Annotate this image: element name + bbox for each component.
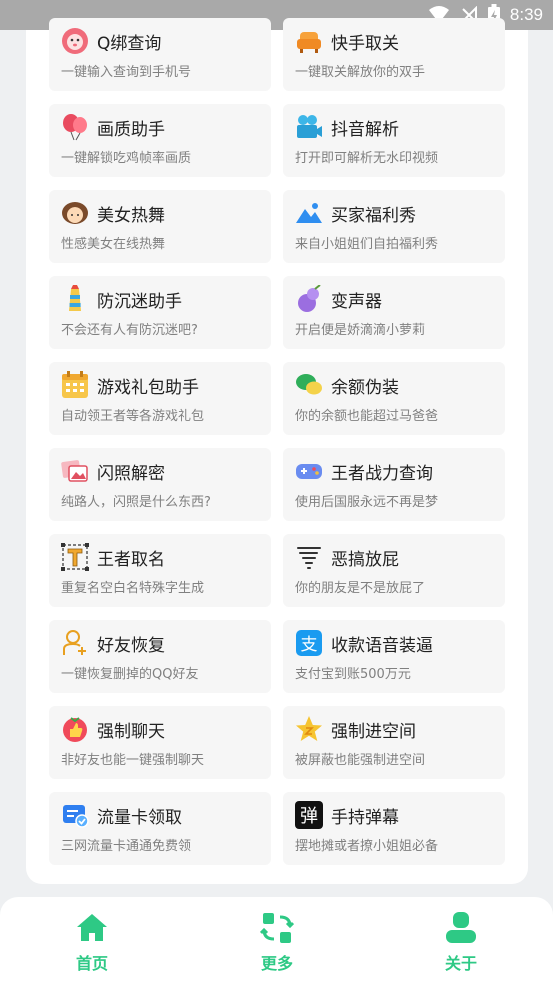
tornado-icon [295,543,323,571]
refresh-grid-icon [260,913,294,943]
card-desc: 摆地摊或者撩小姐姐必备 [295,839,439,854]
card-friend-recovery[interactable]: 好友恢复 一键恢复删掉的QQ好友 [49,620,271,693]
nav-about-label: 关于 [444,954,477,973]
card-anti-addiction[interactable]: 防沉迷助手 不会还有人有防沉迷吧? [49,276,271,349]
photo-icon [295,199,323,227]
card-hok-naming[interactable]: 王者取名 重复名空白名特殊字生成 [49,534,271,607]
card-title: 画质助手 [97,120,165,140]
card-kuaishou-unfollow[interactable]: 快手取关 一键取关解放你的双手 [283,18,505,91]
video-camera-icon [295,113,323,141]
feature-panel: Q绑查询 一键输入查询到手机号 快手取关 一键取关解放你的双手 画质助手 一键解… [26,18,528,884]
card-title: 抖音解析 [331,120,399,140]
card-title: 流量卡领取 [97,808,182,828]
card-title: 买家福利秀 [331,206,416,226]
card-force-chat[interactable]: 强制聊天 非好友也能一键强制聊天 [49,706,271,779]
card-title: 强制进空间 [331,722,416,742]
card-desc: 一键解锁吃鸡帧率画质 [61,151,192,166]
card-desc: 一键输入查询到手机号 [61,65,192,80]
wechat-icon [295,371,323,399]
star-icon [295,715,323,743]
card-hok-power[interactable]: 王者战力查询 使用后国服永远不再是梦 [283,448,505,521]
card-desc: 开启便是娇滴滴小萝莉 [295,323,426,338]
card-prank-fart[interactable]: 恶搞放屁 你的朋友是不是放屁了 [283,534,505,607]
card-desc: 重复名空白名特殊字生成 [61,581,205,596]
card-title: 变声器 [331,292,382,312]
card-douyin-parse[interactable]: 抖音解析 打开即可解析无水印视频 [283,104,505,177]
card-desc: 来自小姐姐们自拍福利秀 [295,237,439,252]
nav-about[interactable]: 关于 [421,911,501,975]
card-balance-fake[interactable]: 余额伪装 你的余额也能超过马爸爸 [283,362,505,435]
nav-more[interactable]: 更多 [237,911,317,975]
card-desc: 一键恢复删掉的QQ好友 [61,667,199,682]
card-title: 美女热舞 [97,206,165,226]
nav-more-label: 更多 [260,954,293,973]
card-desc: 一键取关解放你的双手 [295,65,426,80]
lion-icon [61,27,89,55]
card-desc: 性感美女在线热舞 [61,237,166,252]
svg-text:支: 支 [301,635,318,655]
card-title: 恶搞放屁 [331,550,399,570]
card-title: 收款语音装逼 [331,636,433,656]
calendar-icon [61,371,89,399]
card-desc: 你的朋友是不是放屁了 [295,581,426,596]
card-voice-changer[interactable]: 变声器 开启便是娇滴滴小萝莉 [283,276,505,349]
card-desc: 非好友也能一键强制聊天 [61,753,205,768]
card-beauty-dance[interactable]: 美女热舞 性感美女在线热舞 [49,190,271,263]
card-title: 闪照解密 [97,464,165,484]
card-desc: 支付宝到账500万元 [295,667,411,682]
nav-home[interactable]: 首页 [52,911,132,975]
photos-icon [61,457,89,485]
card-desc: 你的余额也能超过马爸爸 [295,409,439,424]
card-title: 游戏礼包助手 [97,378,199,398]
lighthouse-icon [61,285,89,313]
add-user-icon [61,629,89,657]
card-desc: 不会还有人有防沉迷吧? [61,323,198,338]
card-title: 王者取名 [97,550,165,570]
sofa-icon [295,27,323,55]
danmu-icon: 弹 [295,801,323,829]
card-title: 手持弹幕 [331,808,399,828]
svg-text:弹: 弹 [300,806,318,827]
nav-home-label: 首页 [75,954,108,973]
user-icon [446,912,476,943]
text-tool-icon [61,543,89,571]
status-time: 8:39 [509,5,543,24]
card-graphics-helper[interactable]: 画质助手 一键解锁吃鸡帧率画质 [49,104,271,177]
card-desc: 打开即可解析无水印视频 [295,151,439,166]
gamepad-icon [295,457,323,485]
bottom-nav: 首页 更多 关于 [0,897,553,983]
card-desc: 使用后国服永远不再是梦 [295,495,439,510]
card-title: 强制聊天 [97,722,165,742]
card-q-bind-lookup[interactable]: Q绑查询 一键输入查询到手机号 [49,18,271,91]
card-title: Q绑查询 [97,34,162,54]
card-desc: 自动领王者等各游戏礼包 [61,409,205,424]
thumbs-up-icon [61,715,89,743]
home-icon [77,914,107,941]
card-check-icon [61,801,89,829]
card-buyer-show[interactable]: 买家福利秀 来自小姐姐们自拍福利秀 [283,190,505,263]
card-title: 快手取关 [331,34,399,54]
card-handheld-danmu[interactable]: 弹 手持弹幕 摆地摊或者撩小姐姐必备 [283,792,505,865]
card-game-gift[interactable]: 游戏礼包助手 自动领王者等各游戏礼包 [49,362,271,435]
card-title: 防沉迷助手 [97,292,182,312]
card-flash-photo[interactable]: 闪照解密 纯路人，闪照是什么东西? [49,448,271,521]
card-force-space[interactable]: 强制进空间 被屏蔽也能强制进空间 [283,706,505,779]
card-title: 好友恢复 [97,636,165,656]
card-title: 余额伪装 [331,378,399,398]
card-desc: 纯路人，闪照是什么东西? [61,495,211,510]
card-title: 王者战力查询 [331,464,433,484]
gourd-icon [295,285,323,313]
card-data-sim[interactable]: 流量卡领取 三网流量卡通通免费领 [49,792,271,865]
card-desc: 被屏蔽也能强制进空间 [295,753,426,768]
girl-icon [61,199,89,227]
card-desc: 三网流量卡通通免费领 [61,839,192,854]
alipay-icon: 支 [295,629,323,657]
card-payment-voice[interactable]: 支 收款语音装逼 支付宝到账500万元 [283,620,505,693]
balloons-icon [61,113,89,141]
